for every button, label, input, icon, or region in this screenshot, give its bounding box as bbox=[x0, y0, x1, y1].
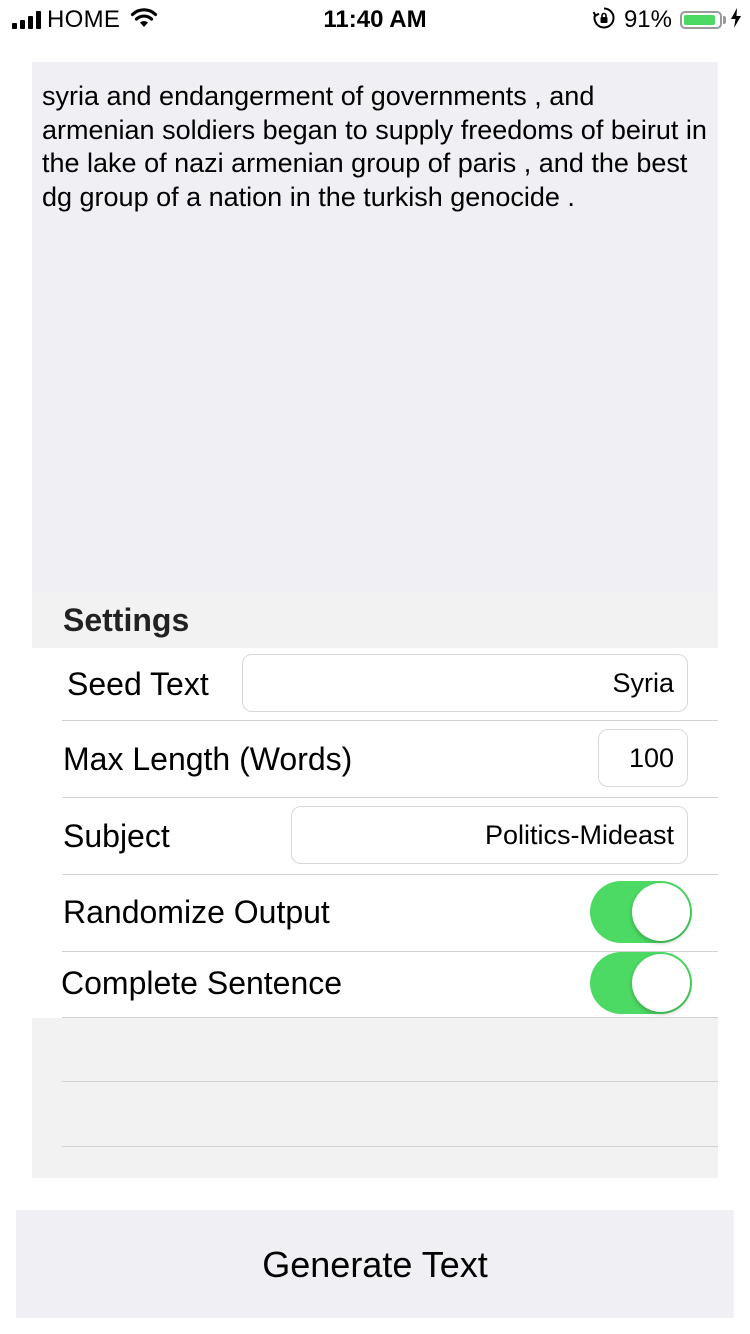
complete-sentence-label: Complete Sentence bbox=[61, 965, 343, 1001]
battery-percent: 91% bbox=[623, 6, 672, 33]
seed-text-label: Seed Text bbox=[67, 666, 209, 702]
max-length-label: Max Length (Words) bbox=[63, 741, 353, 777]
max-length-field[interactable]: 100 bbox=[598, 729, 688, 787]
status-bar: HOME 11:40 AM 91% bbox=[0, 0, 750, 40]
row-separator bbox=[62, 1017, 718, 1018]
subject-label: Subject bbox=[63, 818, 170, 854]
empty-row-separator bbox=[62, 1081, 718, 1082]
settings-header: Settings bbox=[63, 602, 190, 638]
output-text: syria and endangerment of governments , … bbox=[42, 81, 707, 212]
generate-text-button[interactable]: Generate Text bbox=[16, 1210, 734, 1318]
battery-tip bbox=[723, 16, 726, 24]
row-separator bbox=[62, 797, 718, 798]
status-right: 91% bbox=[592, 6, 742, 34]
complete-sentence-toggle[interactable] bbox=[590, 952, 692, 1014]
randomize-output-label: Randomize Output bbox=[63, 894, 330, 930]
settings-rows: Seed Text Syria Max Length (Words) 100 S… bbox=[32, 648, 718, 1018]
toggle-knob bbox=[632, 883, 690, 941]
rotation-lock-icon bbox=[592, 6, 616, 35]
seed-text-field[interactable]: Syria bbox=[242, 654, 688, 712]
battery-icon bbox=[680, 11, 722, 29]
row-separator bbox=[62, 874, 718, 875]
randomize-output-toggle[interactable] bbox=[590, 881, 692, 943]
settings-panel: Settings Seed Text Syria Max Length (Wor… bbox=[32, 592, 718, 1178]
output-text-view[interactable]: syria and endangerment of governments , … bbox=[32, 62, 718, 592]
charging-bolt-icon bbox=[730, 7, 742, 33]
row-separator bbox=[62, 720, 718, 721]
empty-row-separator bbox=[62, 1146, 718, 1147]
screen: HOME 11:40 AM 91% syria and endangerment… bbox=[0, 0, 750, 1334]
toggle-knob bbox=[632, 954, 690, 1012]
subject-field[interactable]: Politics-Mideast bbox=[291, 806, 688, 864]
